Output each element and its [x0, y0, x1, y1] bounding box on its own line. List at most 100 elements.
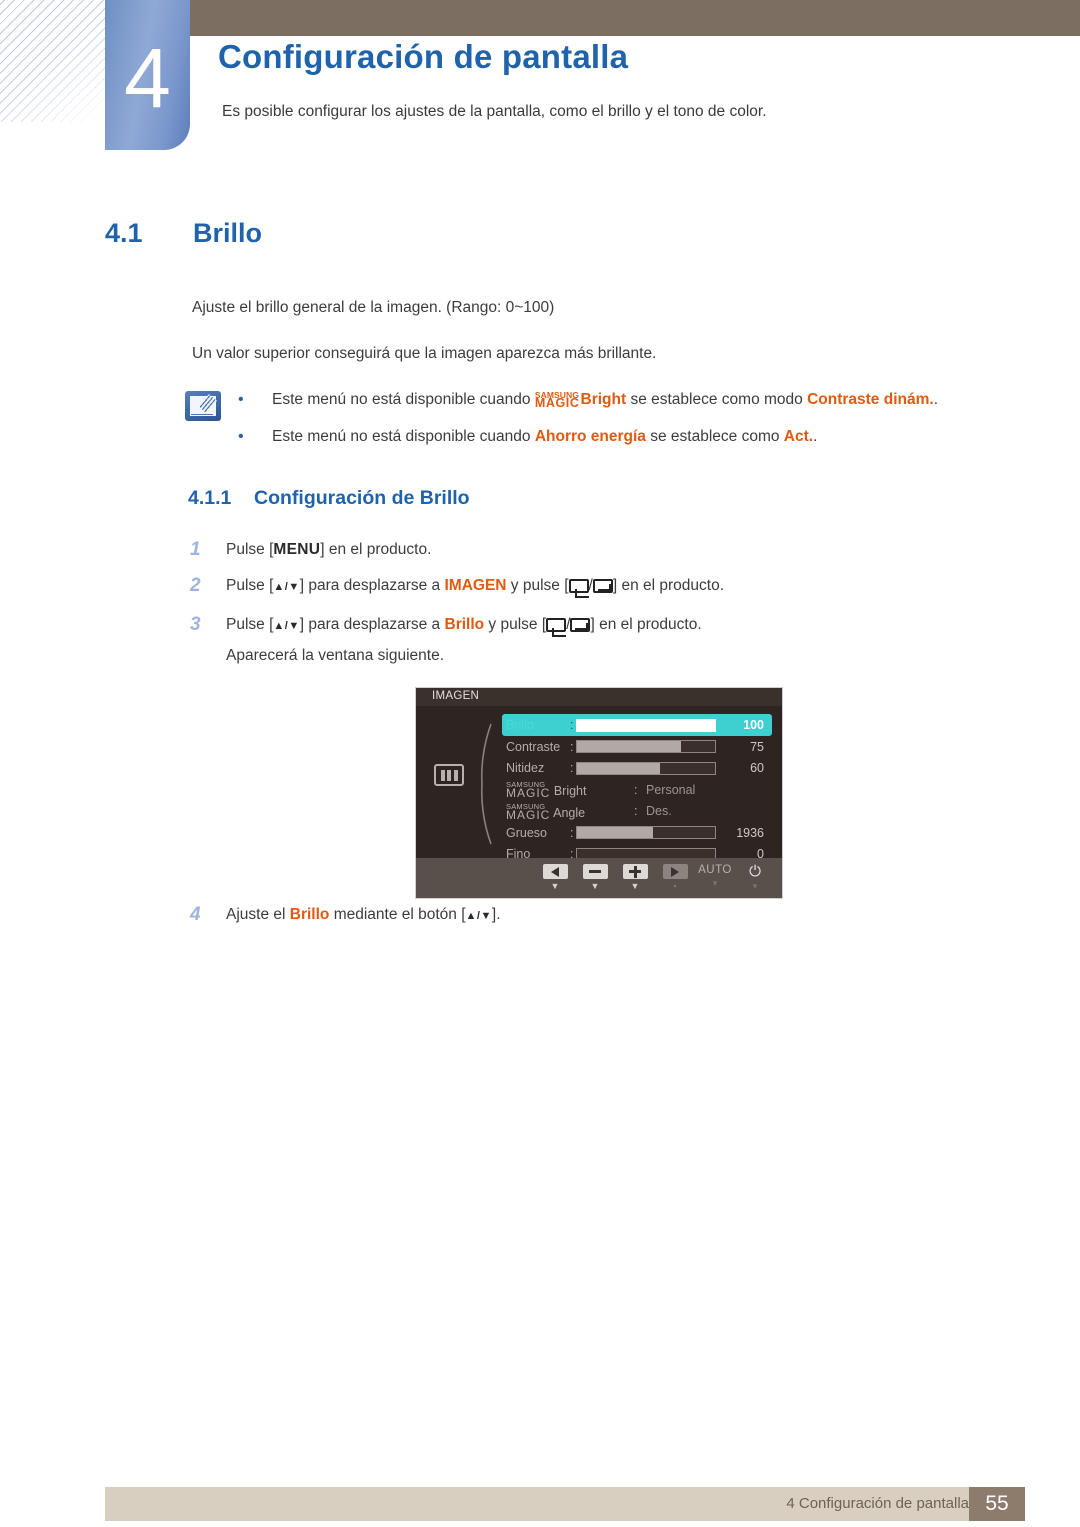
osd-text-value: Personal: [646, 782, 696, 797]
osd-row-nitidez[interactable]: Nitidez : 60: [506, 758, 772, 780]
osd-label-suffix: Bright: [553, 784, 587, 799]
osd-number: 60: [750, 761, 764, 776]
step-part: ] en el producto.: [612, 577, 725, 594]
osd-row-magicbright[interactable]: SAMSUNG MAGIC Bright : Personal: [506, 779, 772, 801]
step-part: y pulse [: [484, 616, 547, 633]
osd-row-brillo[interactable]: Brillo : 100: [502, 714, 772, 736]
samsung-magic-logo: SAMSUNG MAGIC: [506, 781, 550, 800]
osd-text-value: Des.: [646, 804, 672, 819]
step-4: 4 Ajuste el Brillo mediante el botón [▲/…: [190, 903, 890, 928]
bullet-icon: •: [238, 428, 244, 445]
magic-suffix: Bright: [580, 391, 627, 408]
subsection-heading: 4.1.1 Configuración de Brillo: [188, 487, 470, 510]
button-caption: ▼: [550, 881, 560, 891]
steps-list: 1 Pulse [MENU] en el producto. 2 Pulse […: [190, 538, 1030, 680]
note-item: • Este menú no está disponible cuando SA…: [238, 390, 1028, 410]
step-number: 2: [190, 575, 201, 596]
enter-key-icon: [592, 577, 613, 601]
osd-value: Des.: [646, 804, 772, 818]
step-part: Pulse [: [226, 541, 274, 558]
osd-slider[interactable]: [576, 826, 716, 840]
osd-number: 75: [750, 739, 764, 754]
step-text: Pulse [▲/▼] para desplazarse a IMAGEN y …: [226, 574, 724, 601]
footer-text: 4 Configuración de pantalla: [786, 1495, 969, 1512]
osd-slider[interactable]: [576, 718, 716, 732]
osd-button-minus[interactable]: ▼: [580, 864, 610, 891]
note-suffix: .: [813, 428, 818, 445]
osd-button-bar: ▼ ▼ ▼ ▪ AUTO ▾ ⏻ ▾: [416, 858, 782, 898]
step-subnote: Aparecerá la ventana siguiente.: [226, 647, 445, 664]
brace-svg: [480, 723, 492, 845]
note-middle: se establece como: [645, 428, 784, 445]
osd-button-left[interactable]: ▼: [540, 864, 570, 891]
step-target: Brillo: [289, 906, 330, 923]
osd-button-auto[interactable]: AUTO ▾: [698, 864, 732, 888]
osd-button-plus[interactable]: ▼: [620, 864, 650, 891]
osd-number: 1936: [736, 825, 764, 840]
step-part: ] para desplazarse a: [299, 616, 445, 633]
step-target: Brillo: [444, 616, 485, 633]
step-3: 3 Pulse [▲/▼] para desplazarse a Brillo …: [190, 613, 1030, 668]
enter-key-icon: [570, 616, 591, 640]
page-number-badge: 55: [969, 1487, 1025, 1521]
minus-icon: [589, 870, 601, 873]
samsung-magic-logo: SAMSUNG MAGIC: [534, 390, 580, 410]
button-caption: ▾: [752, 881, 758, 891]
button-caption: ▾: [712, 878, 718, 888]
step-part: ] en el producto.: [320, 541, 432, 558]
magic-bottom: MAGIC: [506, 807, 551, 822]
samsung-magic-logo: SAMSUNG MAGIC: [506, 802, 551, 822]
note-prefix: Este menú no está disponible cuando: [272, 428, 535, 445]
magic-bottom: MAGIC: [534, 396, 580, 410]
section-number: 4.1: [105, 218, 143, 248]
button-caption: ▼: [590, 881, 600, 891]
step-part: ].: [491, 906, 501, 923]
osd-label: SAMSUNG MAGIC Angle: [506, 802, 634, 822]
menu-key-label: MENU: [273, 541, 321, 558]
note-text: Este menú no está disponible cuando Ahor…: [272, 427, 817, 447]
osd-rows: Brillo : 100 Contraste : 75 Nitidez: 60…: [502, 714, 772, 865]
source-key-icon: [546, 616, 567, 640]
picture-mode-icon: [434, 764, 464, 786]
page-footer: 4 Configuración de pantalla 55: [105, 1487, 1025, 1521]
osd-label: SAMSUNG MAGIC Bright: [506, 781, 634, 800]
right-arrow-icon: [671, 866, 679, 877]
osd-value: 75: [576, 740, 772, 754]
subsection-title: Configuración de Brillo: [254, 487, 470, 509]
step-part: Pulse [: [226, 577, 274, 594]
note-list: • Este menú no está disponible cuando SA…: [238, 390, 1028, 464]
up-down-arrows-icon: ▲/▼: [273, 581, 300, 593]
header-brown-bar: [190, 0, 1080, 36]
osd-title: IMAGEN: [416, 688, 782, 706]
osd-row-grueso[interactable]: Grueso : 1936: [506, 822, 772, 844]
section-paragraph-2: Un valor superior conseguirá que la imag…: [192, 345, 657, 362]
chapter-number: 4: [124, 31, 171, 125]
step-part: y pulse [: [506, 577, 569, 594]
step-part: Ajuste el: [226, 906, 290, 923]
chapter-title: Configuración de pantalla: [218, 38, 629, 75]
osd-number: 100: [743, 718, 764, 732]
osd-button-power[interactable]: ⏻ ▾: [740, 864, 770, 891]
step-target: IMAGEN: [444, 577, 507, 594]
note-highlight-1: Ahorro energía: [534, 428, 646, 445]
note-prefix: Este menú no está disponible cuando: [272, 391, 535, 408]
osd-row-magicangle[interactable]: SAMSUNG MAGIC Angle : Des.: [506, 801, 772, 823]
osd-label: Brillo: [506, 718, 534, 732]
auto-label: AUTO: [698, 864, 732, 876]
osd-colon: :: [634, 804, 638, 819]
step-text: Pulse [MENU] en el producto.: [226, 538, 431, 562]
up-down-arrows-icon: ▲/▼: [465, 910, 492, 922]
osd-slider[interactable]: [576, 740, 716, 754]
osd-value: 100: [576, 718, 772, 732]
step-part: Pulse [: [226, 616, 274, 633]
osd-button-right[interactable]: ▪: [660, 864, 690, 891]
power-icon: ⏻: [749, 863, 761, 880]
osd-slider[interactable]: [576, 761, 716, 775]
bullet-icon: •: [238, 391, 244, 408]
osd-row-contraste[interactable]: Contraste : 75: [506, 736, 772, 758]
step-number: 3: [190, 614, 201, 635]
osd-value: 1936: [576, 826, 772, 840]
document-page: 4 Configuración de pantalla Es posible c…: [0, 0, 1080, 1527]
osd-window: IMAGEN Brillo : 100 Contraste: 75 Nitid…: [415, 687, 783, 899]
up-down-arrows-icon: ▲/▼: [273, 620, 300, 632]
